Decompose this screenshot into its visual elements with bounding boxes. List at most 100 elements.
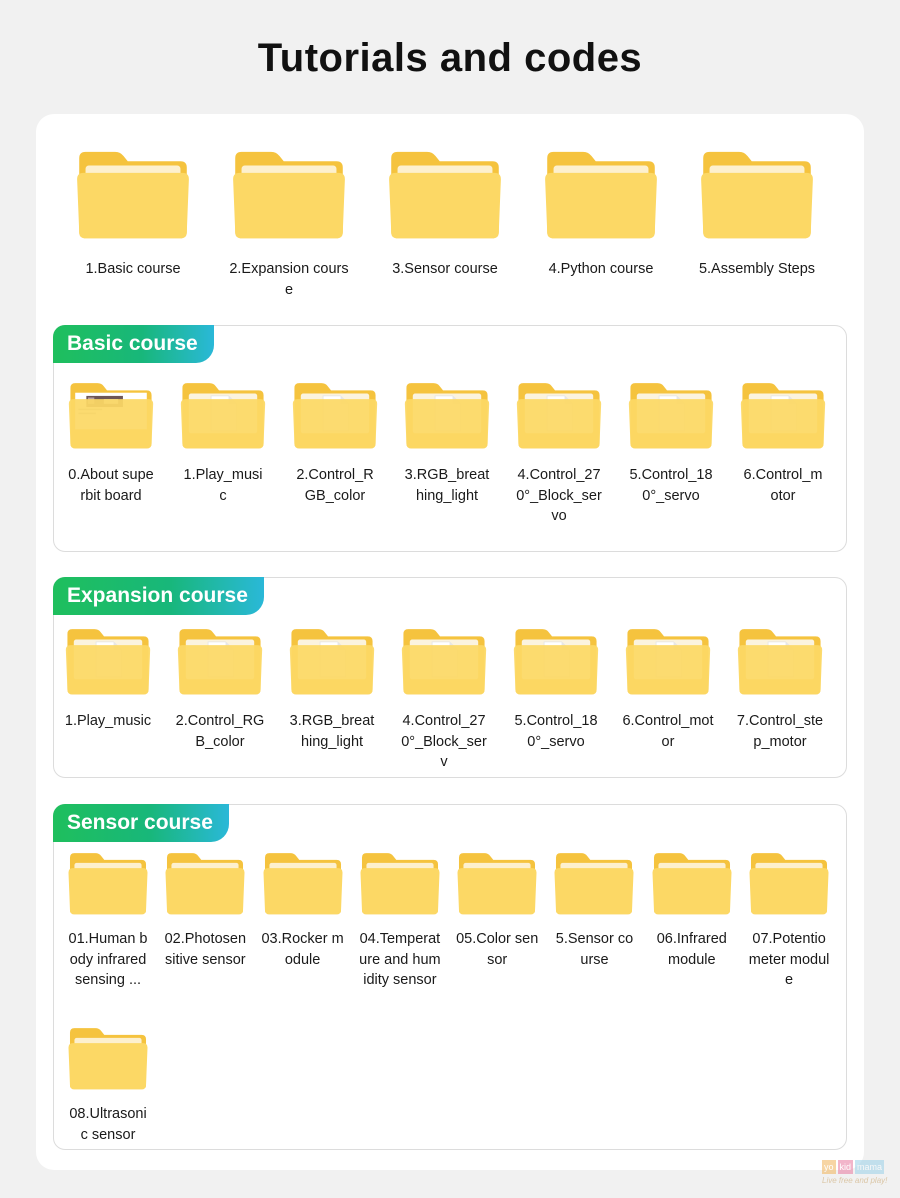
folder-icon: [289, 629, 375, 695]
folder-icon: [737, 629, 823, 695]
folder-icon-wrap: [288, 626, 376, 696]
watermark-logo: yo kid mama Live free and play!: [822, 1160, 888, 1185]
folder-item[interactable]: 5.Assembly Steps: [697, 147, 817, 300]
folder-icon: [652, 853, 732, 915]
folder-label: 3.Sensor course: [392, 261, 498, 277]
folder-item[interactable]: 1.Basic course: [73, 147, 193, 300]
folder-item[interactable]: 5.Control_180°_servo: [511, 626, 601, 773]
folder-label: 5.Control_180°_servo: [514, 713, 598, 750]
folder-icon: [360, 853, 440, 915]
folder-label: 6.Control_motor: [622, 713, 714, 750]
folder-icon-wrap: [75, 147, 191, 241]
folder-item[interactable]: 07.Potentiometer module: [746, 850, 832, 991]
folder-item[interactable]: 2.Control_RGB_color: [175, 626, 265, 773]
folder-icon-wrap: [291, 380, 379, 450]
folder-item[interactable]: 01.Human body infrared sensing ...: [65, 850, 151, 991]
page: Tutorials and codes 1.Basic course 2.Expa…: [0, 0, 900, 1198]
folder-item[interactable]: 5.Control_180°_servo: [626, 380, 716, 527]
folder-item[interactable]: 1.Play_music: [63, 626, 153, 773]
folder-label: 2.Expansion course: [229, 261, 349, 298]
folder-item[interactable]: 3.Sensor course: [385, 147, 505, 300]
folder-item[interactable]: 05.Color sensor: [454, 850, 540, 991]
folder-icon-wrap: [262, 850, 344, 916]
folder-label: 4.Control_270°_Block_servo: [516, 467, 602, 524]
folder-icon-wrap: [164, 850, 246, 916]
folder-icon: [68, 383, 154, 449]
folder-label: 06.Infrared module: [656, 931, 727, 968]
sensor-course-folders-row-1: 01.Human body infrared sensing ... 02.Pho…: [65, 850, 832, 991]
folder-label: 4.Python course: [548, 261, 654, 277]
folder-icon: [389, 151, 501, 239]
folder-label: 03.Rocker module: [261, 931, 344, 968]
folder-icon: [628, 383, 714, 449]
folder-icon-wrap: [515, 380, 603, 450]
folder-icon-wrap: [64, 626, 152, 696]
folder-icon-wrap: [699, 147, 815, 241]
folder-icon-wrap: [748, 850, 830, 916]
folder-icon-wrap: [67, 380, 155, 450]
folder-label: 01.Human body infrared sensing ...: [68, 931, 148, 988]
folder-icon-wrap: [739, 380, 827, 450]
folder-label: 5.Sensor course: [555, 931, 634, 968]
folder-icon-wrap: [553, 850, 635, 916]
folder-item[interactable]: 4.Control_270°_Block_serv: [399, 626, 489, 773]
folder-icon-wrap: [456, 850, 538, 916]
folder-icon-wrap: [359, 850, 441, 916]
top-folder-row: 1.Basic course 2.Expansion course 3.Sensor…: [73, 147, 817, 300]
folder-item[interactable]: 2.Expansion course: [229, 147, 349, 300]
folder-icon-wrap: [176, 626, 264, 696]
expansion-course-folders: 1.Play_music 2.Control_RGB_color 3.RGB_bre…: [63, 626, 825, 773]
folder-icon: [177, 629, 263, 695]
folder-icon-wrap: [179, 380, 267, 450]
folder-icon: [77, 151, 189, 239]
folder-icon-wrap: [387, 147, 503, 241]
folder-label: 05.Color sensor: [456, 931, 539, 968]
folder-item[interactable]: 3.RGB_breathing_light: [402, 380, 492, 527]
folder-icon: [292, 383, 378, 449]
folder-item[interactable]: 1.Play_music: [178, 380, 268, 527]
folder-icon: [68, 853, 148, 915]
folder-label: 5.Control_180°_servo: [629, 467, 713, 504]
folder-icon: [749, 853, 829, 915]
folder-icon-wrap: [651, 850, 733, 916]
folder-label: 2.Control_RGB_color: [296, 467, 374, 504]
folder-item[interactable]: 6.Control_motor: [622, 626, 714, 773]
folder-icon: [516, 383, 602, 449]
sensor-course-folders-row-2: 08.Ultrasonic sensor: [65, 1025, 151, 1145]
page-title: Tutorials and codes: [257, 36, 643, 80]
folder-label: 5.Assembly Steps: [698, 261, 816, 277]
folder-item[interactable]: 4.Control_270°_Block_servo: [514, 380, 604, 527]
folder-icon-wrap: [403, 380, 491, 450]
folder-item[interactable]: 06.Infrared module: [649, 850, 735, 991]
folder-item[interactable]: 6.Control_motor: [738, 380, 828, 527]
folder-item[interactable]: 7.Control_step_motor: [735, 626, 825, 773]
folder-item[interactable]: 4.Python course: [541, 147, 661, 300]
section-title: Basic course: [53, 325, 214, 363]
folder-label: 02.Photosensitive sensor: [164, 931, 247, 968]
folder-icon: [165, 853, 245, 915]
folder-icon-wrap: [736, 626, 824, 696]
folder-label: 3.RGB_breathing_light: [404, 467, 490, 504]
folder-icon: [554, 853, 634, 915]
folder-icon: [457, 853, 537, 915]
folder-icon: [625, 629, 711, 695]
folder-item[interactable]: 5.Sensor course: [551, 850, 637, 991]
folder-item[interactable]: 03.Rocker module: [260, 850, 346, 991]
folder-icon: [513, 629, 599, 695]
folder-icon-wrap: [67, 850, 149, 916]
folder-item[interactable]: 3.RGB_breathing_light: [287, 626, 377, 773]
folder-item[interactable]: 08.Ultrasonic sensor: [65, 1025, 151, 1145]
folder-item[interactable]: 02.Photosensitive sensor: [162, 850, 248, 991]
folder-icon-wrap: [400, 626, 488, 696]
section-title: Sensor course: [53, 804, 229, 842]
folder-icon-wrap: [512, 626, 600, 696]
folder-icon: [404, 383, 490, 449]
folder-label: 08.Ultrasonic sensor: [69, 1106, 147, 1143]
folder-label: 04.Temperature and humidity sensor: [359, 931, 441, 988]
folder-icon: [180, 383, 266, 449]
folder-item[interactable]: 0.About superbit board: [66, 380, 156, 527]
folder-item[interactable]: 2.Control_RGB_color: [290, 380, 380, 527]
folder-item[interactable]: 04.Temperature and humidity sensor: [357, 850, 443, 991]
folder-label: 0.About superbit board: [68, 467, 154, 504]
folder-label: 1.Basic course: [85, 261, 181, 277]
